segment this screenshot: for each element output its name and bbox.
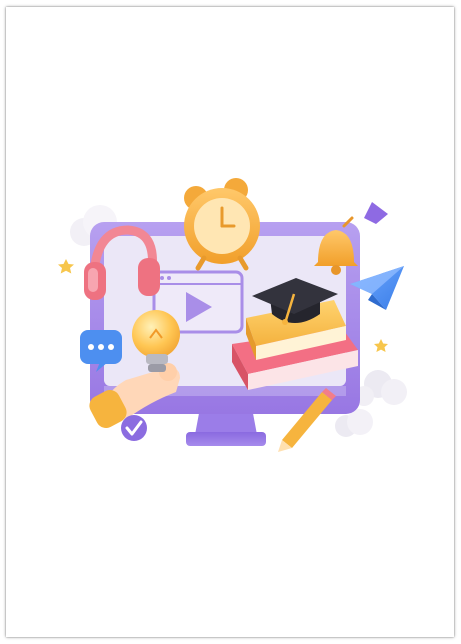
decorative-shape bbox=[364, 202, 388, 224]
checkmark-icon bbox=[121, 415, 147, 441]
star-icon bbox=[374, 339, 388, 352]
online-learning-illustration bbox=[58, 178, 407, 452]
star-icon bbox=[58, 259, 74, 274]
